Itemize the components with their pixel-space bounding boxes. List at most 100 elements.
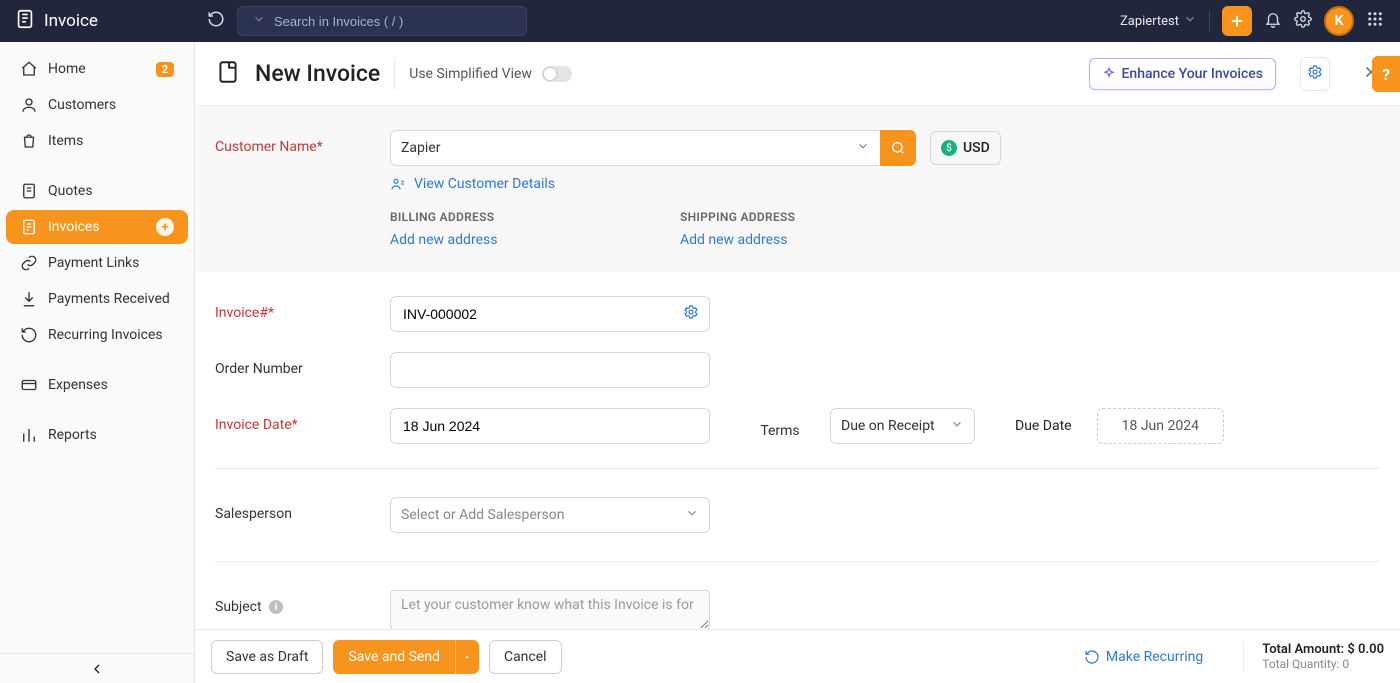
customer-select[interactable]: Zapier <box>390 130 880 166</box>
plus-icon[interactable]: + <box>156 218 174 236</box>
sidebar-item-label: Customers <box>48 97 174 113</box>
sidebar-item-reports[interactable]: Reports <box>6 418 188 452</box>
chevron-down-icon <box>685 506 699 524</box>
info-icon[interactable]: i <box>269 600 283 614</box>
sidebar-item-invoices[interactable]: Invoices + <box>6 210 188 244</box>
toggle-switch[interactable] <box>542 66 572 82</box>
user-avatar[interactable]: K <box>1324 6 1354 36</box>
order-number-label: Order Number <box>215 352 390 377</box>
enhance-label: Enhance Your Invoices <box>1122 66 1264 82</box>
global-search[interactable] <box>237 6 527 36</box>
sidebar-item-quotes[interactable]: Quotes <box>6 174 188 208</box>
salesperson-placeholder: Select or Add Salesperson <box>401 507 565 523</box>
billing-address-block: BILLING ADDRESS Add new address <box>390 210 610 248</box>
footer-totals: Total Amount: $ 0.00 Total Quantity: 0 <box>1243 642 1384 671</box>
make-recurring-link[interactable]: Make Recurring <box>1084 649 1203 665</box>
customer-search-button[interactable] <box>880 130 916 166</box>
simplified-label: Use Simplified View <box>409 66 532 82</box>
sidebar-item-customers[interactable]: Customers <box>6 88 188 122</box>
gear-icon[interactable] <box>683 304 699 324</box>
total-qty-label: Total Quantity: <box>1262 657 1342 671</box>
nav-separator <box>1209 10 1210 32</box>
subject-label-text: Subject <box>215 599 262 615</box>
sidebar-collapse[interactable] <box>0 653 194 683</box>
invoice-date-input[interactable] <box>401 417 699 435</box>
simplified-view-toggle[interactable]: Use Simplified View <box>409 66 572 82</box>
notifications-icon[interactable] <box>1264 10 1282 32</box>
subject-input[interactable] <box>390 590 710 629</box>
customer-section: Customer Name* Zapier <box>195 106 1400 272</box>
sidebar-item-label: Payments Received <box>48 291 174 307</box>
enhance-invoices-button[interactable]: Enhance Your Invoices <box>1089 58 1277 90</box>
chevron-down-icon <box>1183 12 1197 30</box>
refresh-icon[interactable] <box>207 10 225 32</box>
invoice-number-input[interactable] <box>401 305 677 323</box>
customer-value: Zapier <box>401 140 440 156</box>
sidebar-item-recurring-invoices[interactable]: Recurring Invoices <box>6 318 188 352</box>
make-recurring-label: Make Recurring <box>1106 649 1203 665</box>
chevron-down-icon[interactable] <box>252 12 266 30</box>
save-draft-label: Save as Draft <box>226 649 308 665</box>
invoice-app-icon <box>14 8 36 35</box>
sidebar-item-label: Items <box>48 133 174 149</box>
sidebar-item-label: Quotes <box>48 183 174 199</box>
total-qty-value: 0 <box>1342 657 1349 671</box>
save-send-label: Save and Send <box>348 649 440 665</box>
view-customer-details-link[interactable]: View Customer Details <box>390 176 1001 192</box>
sidebar-item-payment-links[interactable]: Payment Links <box>6 246 188 280</box>
help-tab[interactable]: ? <box>1372 56 1400 92</box>
terms-value: Due on Receipt <box>841 418 935 434</box>
subject-label: Subject i <box>215 590 390 615</box>
sidebar-item-home[interactable]: Home 2 <box>6 52 188 86</box>
currency-chip[interactable]: $ USD <box>930 131 1001 165</box>
order-number-input-wrap <box>390 352 710 388</box>
settings-icon[interactable] <box>1294 10 1312 32</box>
terms-label: Terms <box>750 414 810 439</box>
total-amount-value: $ 0.00 <box>1347 642 1384 657</box>
page-title: New Invoice <box>255 60 380 87</box>
invoice-number-label: Invoice#* <box>215 296 390 321</box>
avatar-letter: K <box>1335 13 1344 29</box>
sidebar-item-label: Reports <box>48 427 174 443</box>
customer-name-label: Customer Name* <box>215 130 390 155</box>
shipping-address-block: SHIPPING ADDRESS Add new address <box>680 210 900 248</box>
page-header: New Invoice Use Simplified View Enhance … <box>195 42 1400 106</box>
sidebar-item-payments-received[interactable]: Payments Received <box>6 282 188 316</box>
save-and-send-menu-caret[interactable] <box>455 640 479 674</box>
main: New Invoice Use Simplified View Enhance … <box>195 42 1400 683</box>
currency-code: USD <box>963 140 990 156</box>
save-and-send-button[interactable]: Save and Send <box>333 640 455 674</box>
chevron-down-icon <box>950 417 964 435</box>
due-date-label: Due Date <box>1015 418 1072 434</box>
header-separator <box>394 59 395 89</box>
salesperson-select[interactable]: Select or Add Salesperson <box>390 497 710 533</box>
app-brand: Invoice <box>14 8 195 35</box>
sidebar-item-expenses[interactable]: Expenses <box>6 368 188 402</box>
org-name: Zapiertest <box>1120 14 1179 29</box>
invoice-number-input-wrap <box>390 296 710 332</box>
save-as-draft-button[interactable]: Save as Draft <box>211 640 323 674</box>
add-billing-address-link[interactable]: Add new address <box>390 232 497 248</box>
save-and-send-split: Save and Send <box>333 640 479 674</box>
help-label: ? <box>1382 65 1390 84</box>
invoice-date-input-wrap <box>390 408 710 444</box>
sidebar-item-items[interactable]: Items <box>6 124 188 158</box>
salesperson-section: Salesperson Select or Add Salesperson <box>195 469 1400 561</box>
sidebar: Home 2 Customers Items Quotes Invoices +… <box>0 42 195 683</box>
gear-icon[interactable] <box>1300 57 1330 91</box>
due-date-display[interactable]: 18 Jun 2024 <box>1097 408 1224 444</box>
global-search-input[interactable] <box>272 13 518 30</box>
salesperson-label: Salesperson <box>215 497 390 522</box>
org-switcher[interactable]: Zapiertest <box>1120 12 1197 30</box>
form-area: Customer Name* Zapier <box>195 106 1400 629</box>
add-shipping-address-link[interactable]: Add new address <box>680 232 787 248</box>
footer-action-bar: Save as Draft Save and Send Cancel Make … <box>195 629 1400 683</box>
quick-create-button[interactable] <box>1222 6 1252 36</box>
order-number-input[interactable] <box>401 361 699 379</box>
terms-select[interactable]: Due on Receipt <box>830 408 975 444</box>
currency-dot-icon: $ <box>941 140 957 156</box>
cancel-button[interactable]: Cancel <box>489 640 562 674</box>
app-grid-icon[interactable] <box>1366 10 1384 32</box>
due-date-value: 18 Jun 2024 <box>1122 418 1199 434</box>
sidebar-badge: 2 <box>156 62 174 77</box>
